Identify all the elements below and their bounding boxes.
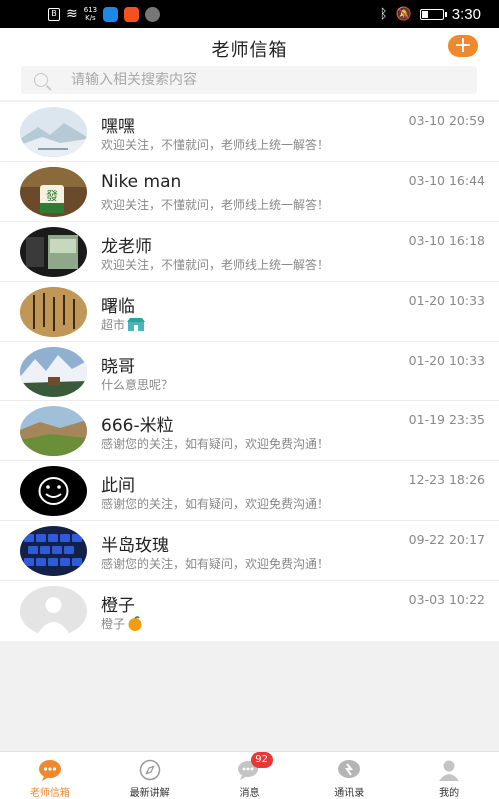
conversation-time: 03-10 16:44	[408, 172, 485, 188]
app-notification-icon	[124, 6, 140, 22]
conversation-list: 嘿嘿 欢迎关注，不懂就问，老师线上统一解答！ 03-10 20:59 發 Nike ma…	[0, 102, 499, 642]
conversation-preview: 欢迎关注，不懂就问，老师线上统一解答！	[101, 196, 329, 213]
search-input[interactable]	[71, 72, 451, 88]
conversation-time: 01-20 10:33	[408, 352, 485, 368]
conversation-name: 晓哥	[101, 356, 135, 377]
conversation-time: 03-10 16:18	[408, 232, 485, 248]
conversation-preview: 感谢您的关注，如有疑问，欢迎免费沟通！	[101, 435, 329, 452]
conversation-name: Nike man	[101, 171, 182, 192]
tab-chat-bubble[interactable]: 老师信箱	[0, 752, 100, 799]
conversation-preview-text: 超市	[101, 317, 126, 332]
conversation-name: 666-米粒	[101, 416, 174, 437]
conversation-time: 03-03 10:22	[408, 592, 485, 608]
conversation-time: 01-20 10:33	[408, 292, 485, 308]
avatar-hills	[20, 406, 87, 457]
avatar-keyboard	[20, 526, 87, 577]
conversation-preview-text: 感谢您的关注，如有疑问，欢迎免费沟通！	[101, 437, 330, 452]
tab-label: 老师信箱	[29, 788, 70, 799]
conversation-preview-text: 感谢您的关注，如有疑问，欢迎免费沟通！	[101, 497, 330, 512]
conversation-row[interactable]: 橙子 橙子 03-03 10:22	[0, 581, 499, 642]
orange-icon	[127, 615, 143, 634]
page-title: 老师信箱	[211, 40, 288, 61]
battery-icon	[419, 8, 447, 20]
conversation-row[interactable]: 666-米粒 感谢您的关注，如有疑问，欢迎免费沟通！ 01-19 23:35	[0, 401, 499, 462]
status-bar: B ≋ 613 K/s ᛒ 🔕 3:30	[0, 0, 499, 28]
tab-bar: 老师信箱 最新讲解 92 消息 通讯录 我的	[0, 751, 499, 799]
supermarket-icon	[127, 317, 146, 334]
avatar-mountain	[20, 346, 87, 397]
conversation-name: 半岛玫瑰	[101, 536, 169, 557]
conversation-name: 曙临	[101, 296, 135, 317]
bluetooth-icon: ᛒ	[379, 6, 388, 22]
tab-message[interactable]: 92 消息	[200, 752, 300, 799]
avatar-mahjong: 發	[20, 166, 87, 217]
network-speed-value: 613	[83, 6, 98, 14]
conversation-preview: 感谢您的关注，如有疑问，欢迎免费沟通！	[101, 495, 329, 512]
svg-text:發: 發	[46, 188, 58, 203]
tab-label: 最新讲解	[129, 788, 170, 799]
conversation-preview: 橙子	[101, 615, 143, 634]
avatar-calligraphy	[20, 286, 87, 337]
tab-label: 通讯录	[334, 788, 365, 799]
notification-icon: B	[48, 7, 60, 21]
tab-contacts[interactable]: 通讯录	[299, 752, 399, 799]
conversation-preview-text: 欢迎关注，不懂就问，老师线上统一解答！	[101, 138, 330, 152]
conversation-name: 嘿嘿	[101, 117, 135, 137]
conversation-preview-text: 感谢您的关注，如有疑问，欢迎免费沟通！	[101, 557, 330, 572]
conversation-time: 03-10 20:59	[408, 113, 485, 128]
conversation-preview: 超市	[101, 316, 146, 334]
conversation-preview: 欢迎关注，不懂就问，老师线上统一解答！	[101, 136, 329, 153]
search-icon	[34, 73, 48, 87]
conversation-name: 龙老师	[101, 236, 152, 257]
network-speed: 613 K/s	[84, 6, 97, 22]
status-right: ᛒ 🔕 3:30	[380, 0, 481, 28]
conversation-preview-text: 欢迎关注，不懂就问，老师线上统一解答！	[101, 197, 330, 212]
conversation-preview-text: 橙子	[101, 617, 126, 632]
contacts-icon	[337, 759, 361, 781]
tab-label: 我的	[439, 788, 460, 799]
search-bar[interactable]	[21, 66, 477, 94]
app-notification-icon	[145, 6, 161, 22]
conversation-preview-text: 欢迎关注，不懂就问，老师线上统一解答！	[101, 257, 330, 272]
wifi-icon: ≋	[66, 6, 78, 22]
chat-bubble-icon	[38, 759, 62, 781]
app-notification-icon	[103, 6, 119, 22]
conversation-row[interactable]: 半岛玫瑰 感谢您的关注，如有疑问，欢迎免费沟通！ 09-22 20:17	[0, 521, 499, 582]
conversation-row[interactable]: 此间 感谢您的关注，如有疑问，欢迎免费沟通！ 12-23 18:26	[0, 461, 499, 522]
conversation-row[interactable]: 曙临 超市 01-20 10:33	[0, 281, 499, 342]
conversation-time: 12-23 18:26	[408, 472, 485, 488]
network-speed-unit: K/s	[85, 14, 96, 22]
clock: 3:30	[451, 5, 481, 23]
conversation-row[interactable]: 嘿嘿 欢迎关注，不懂就问，老师线上统一解答！ 03-10 20:59	[0, 102, 499, 162]
conversation-preview: 什么意思呢？	[101, 376, 173, 393]
compass-icon	[138, 759, 162, 781]
conversation-name: 此间	[101, 476, 135, 497]
conversation-row[interactable]: 晓哥 什么意思呢？ 01-20 10:33	[0, 341, 499, 402]
status-left: B ≋ 613 K/s	[48, 0, 161, 28]
avatar-smiley	[20, 466, 87, 517]
conversation-time: 09-22 20:17	[408, 532, 485, 548]
profile-icon	[437, 759, 461, 781]
unread-badge: 92	[250, 752, 273, 768]
avatar-landscape	[20, 107, 87, 157]
avatar-default	[20, 586, 87, 637]
conversation-row[interactable]: 龙老师 欢迎关注，不懂就问，老师线上统一解答！ 03-10 16:18	[0, 221, 499, 282]
conversation-name: 橙子	[101, 596, 135, 617]
tab-label: 消息	[239, 788, 260, 799]
add-button[interactable]: +	[448, 35, 478, 57]
conversation-preview-text: 什么意思呢？	[101, 377, 174, 392]
conversation-time: 01-19 23:35	[408, 412, 485, 428]
header: 老师信箱 +	[0, 28, 499, 100]
conversation-preview: 感谢您的关注，如有疑问，欢迎免费沟通！	[101, 555, 329, 572]
mute-icon: 🔕	[395, 6, 412, 22]
conversation-preview: 欢迎关注，不懂就问，老师线上统一解答！	[101, 256, 329, 273]
tab-profile[interactable]: 我的	[399, 752, 499, 799]
tab-compass[interactable]: 最新讲解	[100, 752, 200, 799]
battery-level	[421, 10, 429, 18]
avatar-painting	[20, 226, 87, 277]
conversation-row[interactable]: 發 Nike man 欢迎关注，不懂就问，老师线上统一解答！ 03-10 16:44	[0, 161, 499, 222]
